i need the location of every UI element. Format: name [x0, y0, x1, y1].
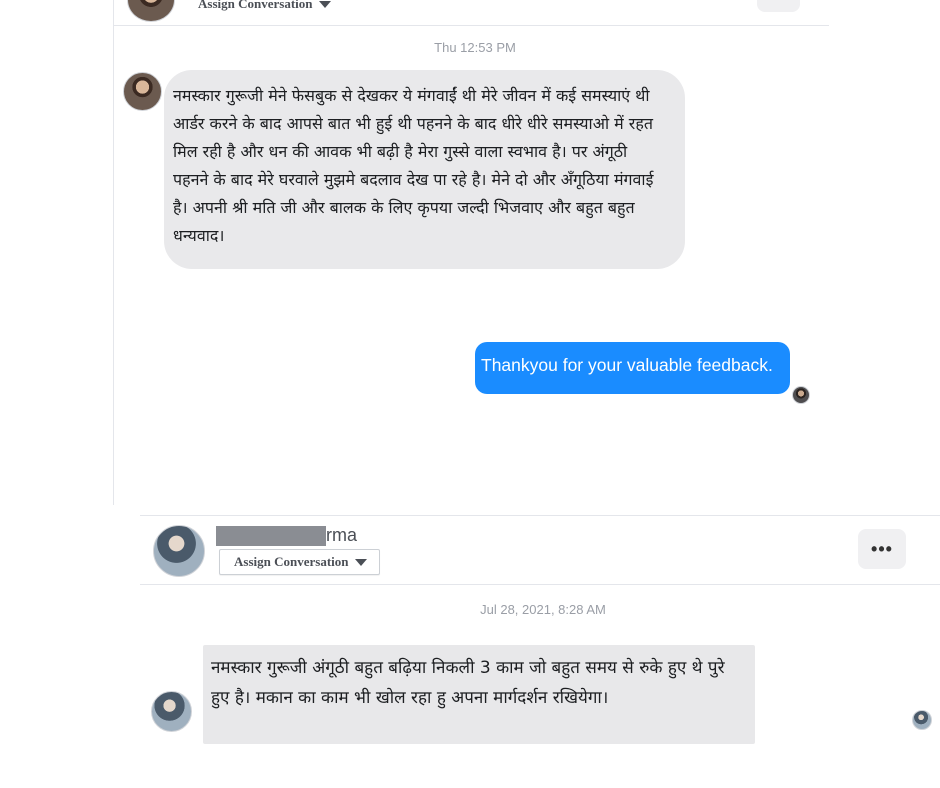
outgoing-message-bubble[interactable]: Thankyou for your valuable feedback. — [475, 342, 790, 394]
assign-conversation-button[interactable]: Assign Conversation — [198, 0, 331, 12]
seen-indicator-avatar — [792, 386, 810, 404]
more-options-icon: ••• — [871, 538, 893, 559]
header-top-border — [140, 515, 940, 516]
contact-name-suffix: rma — [326, 525, 357, 545]
header-divider — [114, 25, 829, 26]
incoming-message-bubble[interactable]: नमस्कार गुरूजी मेने फेसबुक से देखकर ये म… — [164, 70, 685, 269]
sender-avatar — [151, 691, 192, 732]
more-options-button[interactable]: ••• — [858, 529, 906, 569]
contact-name: rma — [216, 525, 357, 546]
contact-avatar[interactable] — [153, 525, 205, 577]
assign-conversation-button[interactable]: Assign Conversation — [219, 549, 380, 575]
panel-divider — [113, 0, 114, 505]
contact-avatar[interactable] — [127, 0, 175, 22]
message-timestamp: Jul 28, 2021, 8:28 AM — [480, 602, 606, 617]
sender-avatar — [123, 72, 162, 111]
assign-conversation-label: Assign Conversation — [234, 554, 349, 569]
incoming-message-bubble[interactable]: नमस्कार गुरूजी अंगूठी बहुत बढ़िया निकली … — [203, 645, 755, 744]
header-divider — [140, 584, 940, 585]
conversation-panel-1: Assign Conversation Thu 12:53 PM नमस्कार… — [0, 0, 940, 505]
more-options-button[interactable] — [757, 0, 800, 12]
assign-conversation-label: Assign Conversation — [198, 0, 313, 11]
caret-down-icon — [354, 558, 367, 566]
seen-indicator-avatar — [912, 710, 932, 730]
caret-down-icon — [318, 0, 331, 8]
redacted-name-block — [216, 525, 326, 546]
message-timestamp: Thu 12:53 PM — [434, 40, 516, 55]
